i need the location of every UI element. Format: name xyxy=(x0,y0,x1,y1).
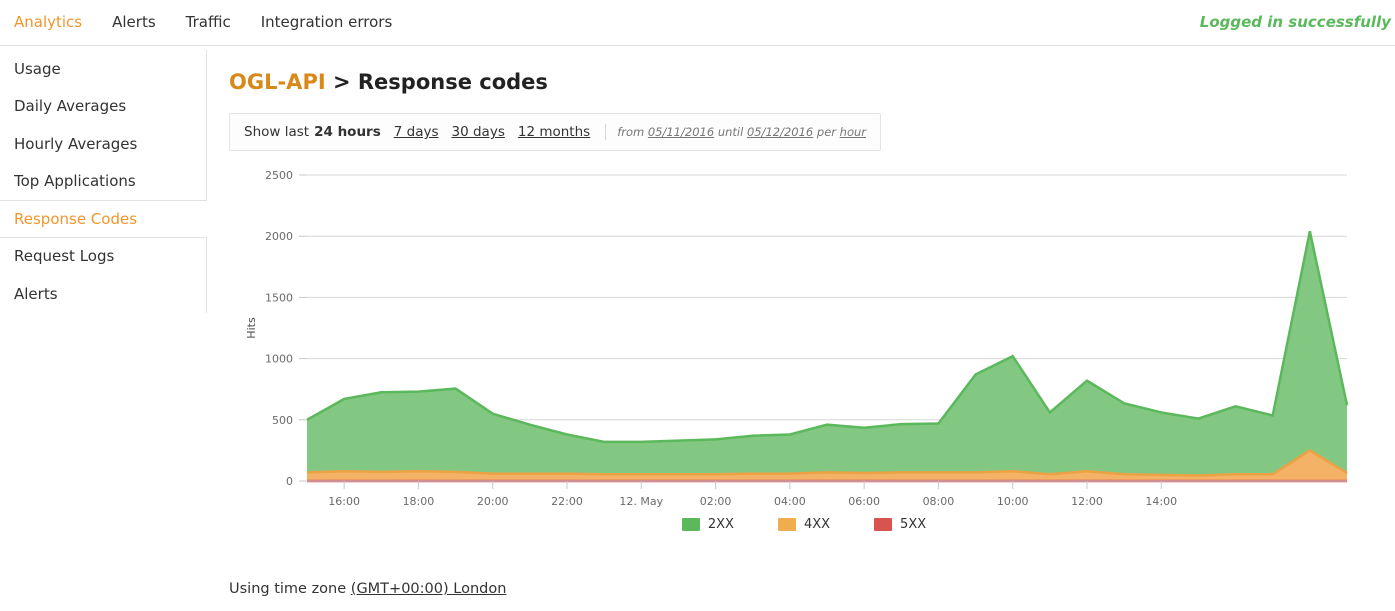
svg-text:14:00: 14:00 xyxy=(1145,495,1177,508)
chart-svg[interactable]: 0 500 1000 1500 2000 2500 16:00 18:00 20:00 22:0… xyxy=(229,165,1379,515)
nav-item-integration-errors[interactable]: Integration errors xyxy=(261,15,393,30)
svg-text:06:00: 06:00 xyxy=(848,495,880,508)
svg-text:22:00: 22:00 xyxy=(551,495,583,508)
svg-text:2500: 2500 xyxy=(265,169,293,182)
svg-text:16:00: 16:00 xyxy=(328,495,360,508)
svg-text:1500: 1500 xyxy=(265,291,293,304)
range-option-7-days[interactable]: 7 days xyxy=(394,124,439,140)
svg-text:04:00: 04:00 xyxy=(774,495,806,508)
range-per-label: per xyxy=(816,125,837,139)
timezone-note: Using time zone (GMT+00:00) London xyxy=(229,581,1395,597)
sidebar-item-hourly-averages[interactable]: Hourly Averages xyxy=(0,125,207,163)
sidebar-item-top-applications[interactable]: Top Applications xyxy=(0,162,207,200)
svg-text:12. May: 12. May xyxy=(619,495,663,508)
legend-entry-5xx[interactable]: 5XX xyxy=(874,517,926,532)
sidebar-item-response-codes[interactable]: Response Codes xyxy=(0,200,207,238)
svg-text:20:00: 20:00 xyxy=(477,495,509,508)
main-content: OGL-API > Response codes Show last 24 ho… xyxy=(207,46,1395,611)
sidebar-item-request-logs[interactable]: Request Logs xyxy=(0,237,207,275)
breadcrumb-page: Response codes xyxy=(357,70,548,94)
svg-text:Hits: Hits xyxy=(245,317,258,339)
range-from-value[interactable]: 05/11/2016 xyxy=(648,125,714,139)
svg-text:12:00: 12:00 xyxy=(1071,495,1103,508)
legend-swatch-2xx xyxy=(681,518,700,531)
chart-y-axis-title: Hits xyxy=(245,317,258,339)
range-option-12-months[interactable]: 12 months xyxy=(518,124,590,140)
chart-gridlines xyxy=(307,174,1347,421)
sidebar-item-daily-averages[interactable]: Daily Averages xyxy=(0,87,207,125)
breadcrumb-project[interactable]: OGL-API xyxy=(229,70,326,94)
range-from-label: from xyxy=(617,125,645,139)
range-option-24-hours[interactable]: 24 hours xyxy=(314,124,381,140)
sidebar-navigation: Usage Daily Averages Hourly Averages Top… xyxy=(0,46,207,611)
timezone-prefix: Using time zone xyxy=(229,581,347,597)
legend-label-2xx: 2XX xyxy=(707,517,734,532)
top-navigation-bar: Analytics Alerts Traffic Integration err… xyxy=(0,0,1395,46)
range-per-value[interactable]: hour xyxy=(840,125,866,139)
legend-label-4xx: 4XX xyxy=(803,517,831,532)
response-codes-chart: 0 500 1000 1500 2000 2500 16:00 18:00 20:00 22:0… xyxy=(229,165,1379,555)
login-status-message: Logged in successfully xyxy=(1199,13,1391,31)
time-range-selector: Show last 24 hours 7 days 30 days 12 mon… xyxy=(229,113,882,151)
sidebar-item-alerts[interactable]: Alerts xyxy=(0,275,207,313)
page-layout: Usage Daily Averages Hourly Averages Top… xyxy=(0,46,1395,611)
nav-item-analytics[interactable]: Analytics xyxy=(14,15,82,30)
range-option-30-days[interactable]: 30 days xyxy=(452,124,505,140)
nav-item-traffic[interactable]: Traffic xyxy=(186,15,231,30)
breadcrumb-separator: > xyxy=(332,70,351,94)
legend-label-5xx: 5XX xyxy=(900,517,927,532)
timezone-link[interactable]: (GMT+00:00) London xyxy=(351,581,507,597)
legend-swatch-5xx xyxy=(874,518,893,531)
range-divider xyxy=(605,124,607,140)
range-prefix-label: Show last xyxy=(244,124,310,140)
range-until-value[interactable]: 05/12/2016 xyxy=(747,125,813,139)
svg-text:18:00: 18:00 xyxy=(403,495,435,508)
nav-item-alerts[interactable]: Alerts xyxy=(112,15,156,30)
chart-area-series xyxy=(306,231,1349,483)
svg-text:1000: 1000 xyxy=(265,353,293,366)
svg-text:10:00: 10:00 xyxy=(997,495,1029,508)
chart-y-tick-labels: 0 500 1000 1500 2000 2500 xyxy=(265,169,293,488)
sidebar-item-usage[interactable]: Usage xyxy=(0,50,207,88)
svg-text:2000: 2000 xyxy=(265,230,293,243)
legend-entry-4xx[interactable]: 4XX xyxy=(777,517,831,532)
legend-swatch-4xx xyxy=(777,518,796,531)
legend-entry-2xx[interactable]: 2XX xyxy=(681,517,734,532)
range-meta: from 05/11/2016 until 05/12/2016 per hou… xyxy=(617,125,866,139)
svg-text:500: 500 xyxy=(272,414,293,427)
page-title: OGL-API > Response codes xyxy=(229,72,1395,93)
range-until-label: until xyxy=(717,125,744,139)
chart-x-tick-labels: 16:00 18:00 20:00 22:00 12. May 02:00 04:00 06:… xyxy=(328,495,1177,508)
svg-text:02:00: 02:00 xyxy=(700,495,732,508)
chart-legend: 2XX 4XX 5XX xyxy=(229,517,1379,532)
svg-text:08:00: 08:00 xyxy=(923,495,955,508)
svg-text:0: 0 xyxy=(286,475,293,488)
